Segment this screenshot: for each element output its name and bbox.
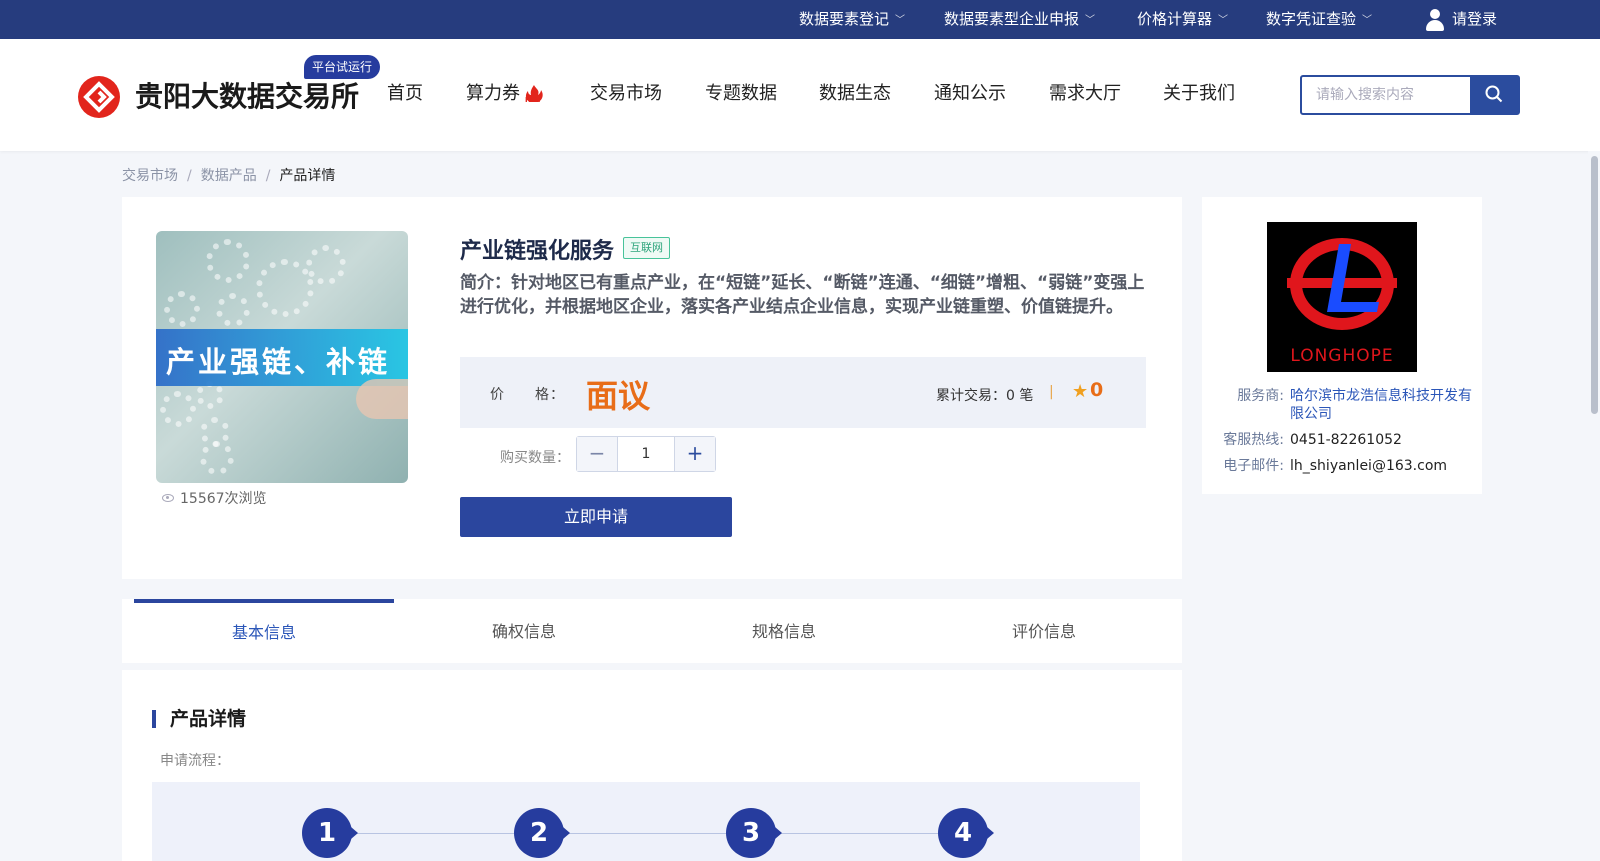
product-panel: 产业强链、补链 15567次浏览 产业链强化服务 互联网 简介：针对地区已有重点… [122,197,1182,579]
topbar-item-label: 数据要素型企业申报 [944,10,1080,28]
tab-rights-info[interactable]: 确权信息 [394,599,654,663]
trade-count: 累计交易：0 笔 [936,388,1034,404]
page-scrollbar-thumb[interactable] [1591,156,1598,414]
topbar-item-label: 数据要素登记 [799,10,890,28]
hotline-key: 客服热线: [1223,432,1284,448]
search-icon [1485,85,1503,103]
product-category-tag: 互联网 [623,237,670,259]
quantity-decrease-button[interactable]: − [577,437,617,471]
quantity-label: 购买数量： [500,450,570,466]
topbar-price-calculator[interactable]: 价格计算器 ﹀ [1137,0,1228,39]
quantity-increase-button[interactable]: + [675,437,715,471]
tab-review-info[interactable]: 评价信息 [914,599,1174,663]
vendor-logo: LONGHOPE [1267,222,1417,372]
flow-step: 4 [938,808,994,858]
view-count: 15567次浏览 [162,488,267,508]
search-input[interactable] [1302,77,1470,113]
step-connector [776,833,938,834]
topbar-data-registration[interactable]: 数据要素登记 ﹀ [799,0,905,39]
breadcrumb-data-products[interactable]: 数据产品 [201,165,257,185]
trial-badge: 平台试运行 [304,55,381,79]
product-description: 简介：针对地区已有重点产业，在“短链”延长、“断链”连通、“细链”增粗、“弱链”… [460,273,1145,317]
breadcrumb-current: 产品详情 [279,168,336,184]
top-utility-bar: 数据要素登记 ﹀ 数据要素型企业申报 ﹀ 价格计算器 ﹀ 数字凭证查验 ﹀ 请登… [0,0,1600,39]
email-key: 电子邮件: [1223,458,1284,474]
chevron-down-icon: ﹀ [1362,15,1373,26]
price-value: 面议 [586,377,651,415]
topbar-enterprise-declaration[interactable]: 数据要素型企业申报 ﹀ [944,0,1095,39]
breadcrumb: 交易市场 / 数据产品 / 产品详情 [122,165,335,185]
price-box: 价 格： 面议 累计交易：0 笔 | ★ 0 [460,357,1146,428]
image-banner-text: 产业强链、补链 [166,345,391,379]
price-label: 价 格： [490,387,565,403]
site-logo-text[interactable]: 贵阳大数据交易所 [135,75,359,115]
nav-trading-market[interactable]: 交易市场 [590,79,662,105]
tab-spec-info[interactable]: 规格信息 [654,599,914,663]
application-flow: 1 2 3 4 [152,782,1140,861]
quantity-input[interactable]: 1 [617,437,675,471]
svg-text:LONGHOPE: LONGHOPE [1290,346,1393,366]
chevron-down-icon: ﹀ [1085,15,1096,26]
nav-label: 算力券 [466,83,520,104]
svg-text:HOT: HOT [525,96,542,104]
breadcrumb-trading-market[interactable]: 交易市场 [122,165,178,185]
search-button[interactable] [1470,77,1518,113]
main-header: 贵阳大数据交易所 平台试运行 首页 算力券 HOT 交易市场 专题数据 数据生态… [0,39,1600,151]
product-tabs: 基本信息 确权信息 规格信息 评价信息 [122,599,1182,663]
flow-step: 2 [514,808,570,858]
chevron-down-icon: ﹀ [1218,15,1229,26]
product-details-section: 产品详情 申请流程： 1 2 3 4 [122,670,1182,861]
topbar-item-label: 价格计算器 [1137,10,1213,28]
flow-step: 1 [302,808,358,858]
topbar-certificate-check[interactable]: 数字凭证查验 ﹀ [1266,0,1372,39]
chevron-down-icon: ﹀ [895,15,906,26]
topbar-item-label: 数字凭证查验 [1266,10,1357,28]
section-title: 产品详情 [152,710,246,729]
eye-icon [162,494,174,502]
breadcrumb-separator: / [187,168,192,184]
provider-link[interactable]: 哈尔滨市龙浩信息科技开发有限公司 [1290,387,1475,423]
provider-key: 服务商: [1237,388,1284,404]
vendor-card: LONGHOPE 服务商: 哈尔滨市龙浩信息科技开发有限公司 客服热线: 045… [1202,197,1482,494]
email-value: lh_shiyanlei@163.com [1290,458,1448,474]
nav-notices[interactable]: 通知公示 [934,79,1006,105]
exchange-logo-icon[interactable] [78,76,120,118]
search-box [1300,75,1520,115]
nav-home[interactable]: 首页 [387,79,423,105]
application-flow-label: 申请流程： [160,753,230,769]
tab-basic-info[interactable]: 基本信息 [134,599,394,663]
flow-step: 3 [726,808,782,858]
login-link[interactable]: 请登录 [1424,0,1497,39]
divider: | [1049,384,1054,400]
product-title: 产业链强化服务 [460,239,615,264]
hot-icon: HOT [522,84,546,104]
view-count-text: 15567次浏览 [180,491,267,507]
step-connector [352,833,514,834]
nav-about-us[interactable]: 关于我们 [1163,79,1235,105]
nav-compute-voucher[interactable]: 算力券 HOT [466,79,546,105]
product-image: 产业强链、补链 [156,231,408,483]
nav-demand-hall[interactable]: 需求大厅 [1049,79,1121,105]
login-label: 请登录 [1452,10,1498,28]
step-connector [564,833,726,834]
hotline-value: 0451-82261052 [1290,432,1402,448]
nav-topic-data[interactable]: 专题数据 [705,79,777,105]
nav-data-ecosystem[interactable]: 数据生态 [819,79,891,105]
breadcrumb-separator: / [265,168,271,184]
user-icon [1424,8,1446,32]
star-icon: ★ [1072,381,1089,402]
rating-value: 0 [1090,379,1104,401]
apply-now-button[interactable]: 立即申请 [460,497,732,537]
quantity-stepper: − 1 + [576,436,716,472]
